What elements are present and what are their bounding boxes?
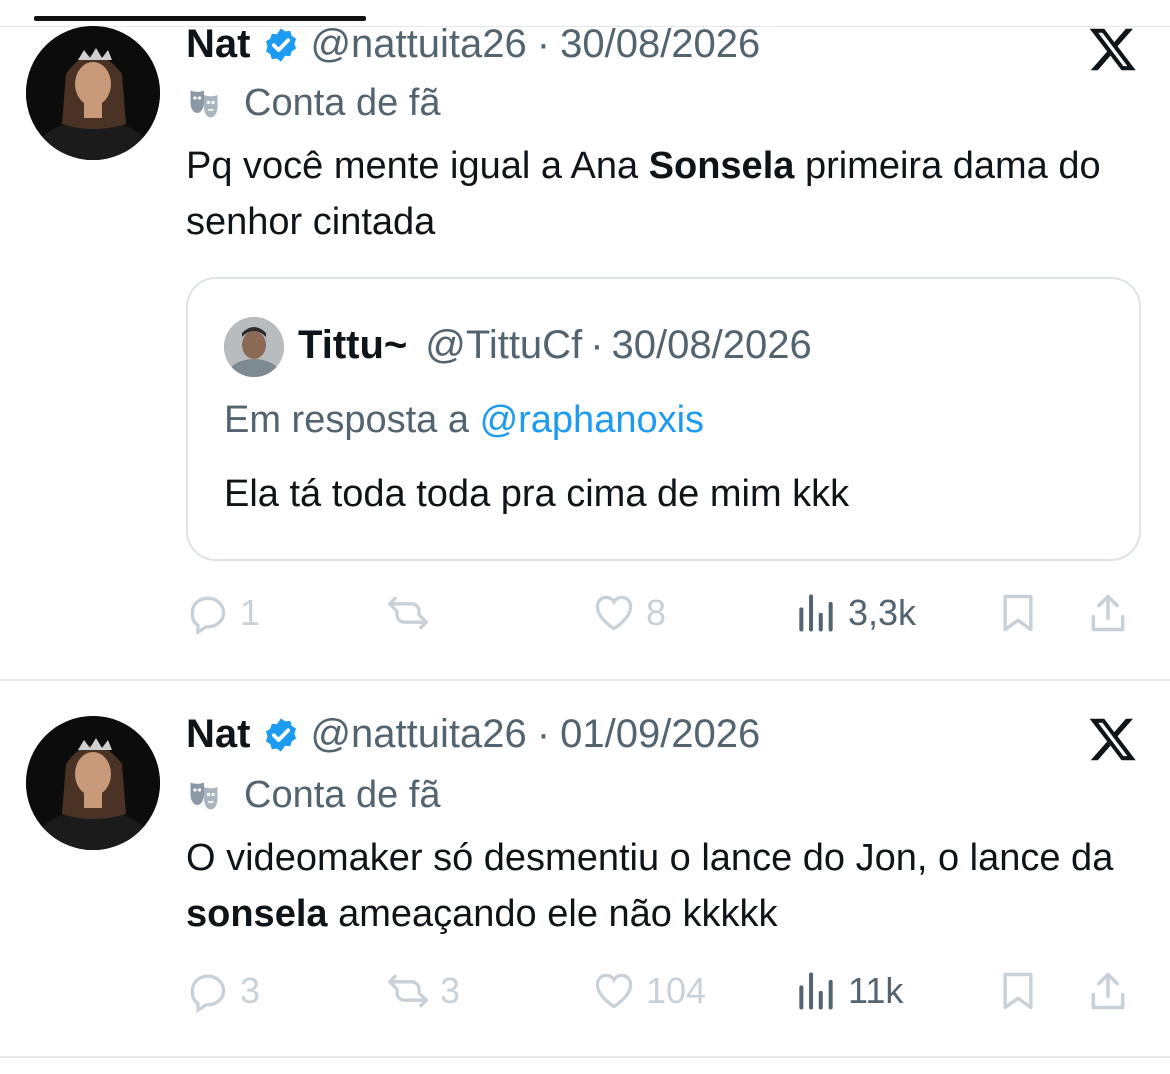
tweet-text-part: O videomaker só desmentiu o lance do Jon… bbox=[186, 837, 1114, 879]
separator-dot: · bbox=[536, 22, 551, 66]
like-count: 104 bbox=[646, 970, 707, 1011]
avatar[interactable] bbox=[26, 26, 160, 160]
tweet-text-bold: Sonsela bbox=[648, 145, 795, 187]
reply-count: 1 bbox=[240, 592, 261, 633]
tweet-text: Pq você mente igual a Ana Sonsela primei… bbox=[186, 138, 1126, 250]
views-count: 3,3k bbox=[848, 592, 917, 633]
share-button[interactable] bbox=[1086, 966, 1130, 1016]
repost-count: 3 bbox=[440, 970, 461, 1011]
quoted-author-handle[interactable]: @TittuCf bbox=[425, 323, 582, 368]
quoted-text: Ela tá toda toda pra cima de mim kkk bbox=[224, 473, 850, 515]
views-icon bbox=[799, 594, 833, 632]
tweet-date[interactable]: 01/09/2026 bbox=[560, 712, 760, 757]
author-name[interactable]: Nat bbox=[186, 22, 250, 67]
bookmark-button[interactable] bbox=[996, 966, 1040, 1016]
avatar[interactable] bbox=[26, 716, 160, 850]
verified-badge-icon bbox=[266, 27, 297, 62]
bookmark-icon bbox=[1003, 594, 1033, 632]
author-handle[interactable]: @nattuita26 bbox=[310, 712, 526, 757]
tweet-date[interactable]: 30/08/2026 bbox=[560, 22, 760, 67]
fan-account-text: Conta de fã bbox=[244, 82, 441, 124]
tweet-header: Nat @nattuita26 · 30/08/2026 bbox=[186, 22, 760, 67]
theater-mask-icon bbox=[190, 782, 218, 809]
share-button[interactable] bbox=[1086, 588, 1130, 638]
bookmark-icon bbox=[1003, 972, 1033, 1010]
share-icon bbox=[1091, 594, 1125, 632]
quoted-header: Tittu~ @TittuCf · 30/08/2026 bbox=[298, 323, 812, 368]
fan-account-label: Conta de fã bbox=[186, 82, 440, 125]
tweet-text-part: Pq você mente igual a Ana bbox=[186, 145, 649, 187]
tweet-text-part: ameaçando ele não kkkkk bbox=[327, 893, 778, 935]
like-button[interactable]: 8 bbox=[592, 588, 666, 638]
views-count: 11k bbox=[848, 970, 904, 1011]
tweet-2[interactable]: Nat @nattuita26 · 01/09/2026 Conta de fã… bbox=[0, 690, 1170, 1050]
reply-count: 3 bbox=[240, 970, 261, 1011]
reply-button[interactable]: 1 bbox=[186, 588, 260, 638]
theater-mask-icon bbox=[190, 90, 218, 117]
repost-icon bbox=[388, 596, 428, 630]
views-icon bbox=[799, 972, 833, 1010]
repost-icon bbox=[388, 974, 428, 1008]
author-name[interactable]: Nat bbox=[186, 712, 250, 757]
separator-dot: · bbox=[536, 712, 551, 756]
reply-button[interactable]: 3 bbox=[186, 966, 260, 1016]
author-handle[interactable]: @nattuita26 bbox=[310, 22, 526, 67]
tweet-divider bbox=[0, 1056, 1170, 1058]
tweet-1[interactable]: Nat @nattuita26 · 30/08/2026 Conta de fã… bbox=[0, 0, 1170, 680]
reply-mention-link[interactable]: @raphanoxis bbox=[480, 399, 704, 441]
quoted-author-name[interactable]: Tittu~ bbox=[298, 323, 407, 368]
reply-icon bbox=[190, 974, 226, 1013]
like-button[interactable]: 104 bbox=[592, 966, 706, 1016]
repost-button[interactable] bbox=[386, 588, 440, 638]
tweet-header: Nat @nattuita26 · 01/09/2026 bbox=[186, 712, 760, 757]
reply-context: Em resposta a @raphanoxis bbox=[224, 399, 704, 442]
quoted-date[interactable]: 30/08/2026 bbox=[612, 323, 812, 368]
tweet-divider bbox=[0, 679, 1170, 681]
like-count: 8 bbox=[646, 592, 667, 633]
action-bar: 3 3 104 11k bbox=[186, 966, 1146, 1016]
heart-icon bbox=[595, 973, 633, 1009]
heart-icon bbox=[595, 595, 633, 631]
reply-icon bbox=[190, 596, 226, 635]
action-bar: 1 8 3,3k bbox=[186, 588, 1146, 638]
views-button[interactable]: 11k bbox=[794, 966, 903, 1016]
x-logo-icon bbox=[1089, 718, 1136, 761]
share-icon bbox=[1091, 972, 1125, 1010]
bookmark-button[interactable] bbox=[996, 588, 1040, 638]
tweet-text: O videomaker só desmentiu o lance do Jon… bbox=[186, 830, 1126, 942]
separator-dot: · bbox=[590, 323, 604, 367]
fan-account-text: Conta de fã bbox=[244, 774, 441, 816]
x-logo-icon bbox=[1089, 28, 1136, 71]
reply-prefix: Em resposta a bbox=[224, 399, 480, 441]
tweet-text-bold: sonsela bbox=[186, 893, 328, 935]
quoted-tweet[interactable]: Tittu~ @TittuCf · 30/08/2026 Em resposta… bbox=[186, 277, 1141, 561]
verified-badge-icon bbox=[266, 717, 297, 752]
fan-account-label: Conta de fã bbox=[186, 774, 440, 817]
quoted-avatar[interactable] bbox=[224, 317, 284, 377]
views-button[interactable]: 3,3k bbox=[794, 588, 916, 638]
repost-button[interactable]: 3 bbox=[386, 966, 460, 1016]
